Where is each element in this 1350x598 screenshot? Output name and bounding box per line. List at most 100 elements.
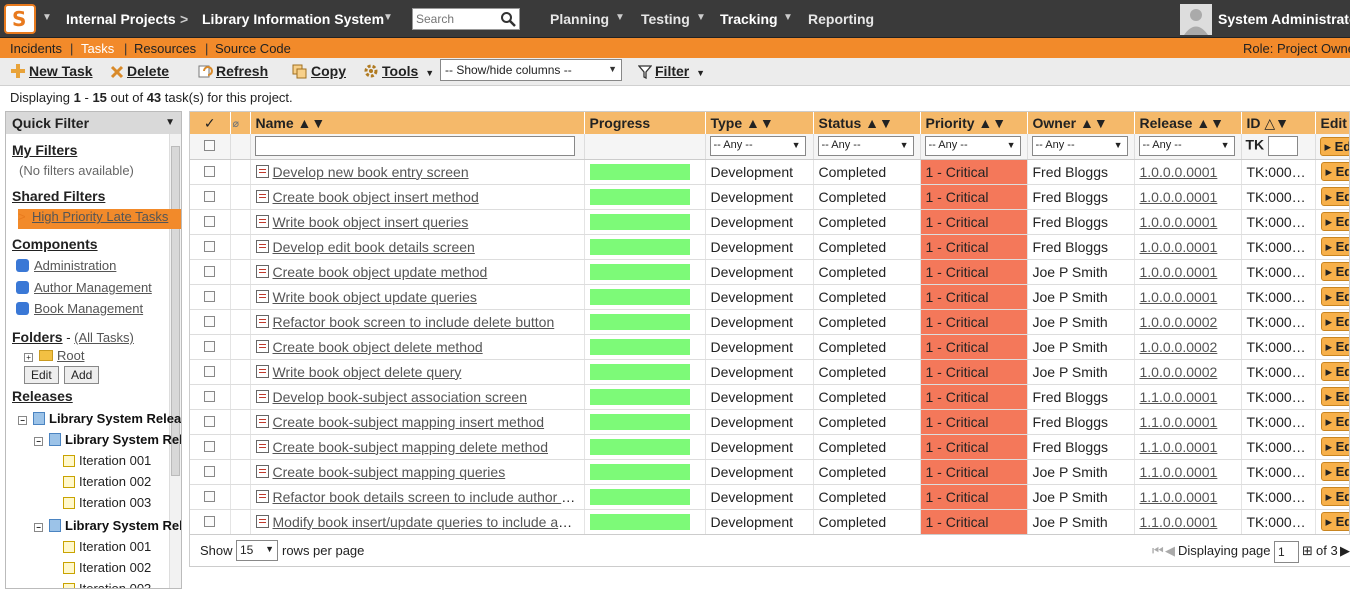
product-chevron-down-icon[interactable]: ▼ bbox=[383, 12, 393, 23]
row-checkbox[interactable] bbox=[204, 165, 216, 177]
row-edit-button[interactable]: ▸ Edit bbox=[1320, 412, 1349, 431]
table-row[interactable]: Create book object update method Developm… bbox=[190, 259, 1349, 285]
release-filter-select[interactable]: -- Any -- ▼ bbox=[1138, 136, 1235, 157]
table-row[interactable]: Write book object update queries Developm… bbox=[190, 284, 1349, 310]
iteration-node[interactable]: Iteration 001 bbox=[63, 453, 151, 468]
row-checkbox[interactable] bbox=[204, 415, 216, 427]
table-row[interactable]: Develop edit book details screen Developm… bbox=[190, 234, 1349, 260]
table-row[interactable]: Create book object insert method Developm… bbox=[190, 184, 1349, 210]
task-name-link[interactable]: Create book object update method bbox=[273, 264, 488, 280]
row-edit-button[interactable]: ▸ Edit bbox=[1320, 487, 1349, 506]
release-link[interactable]: 1.1.0.0.0001 bbox=[1140, 389, 1218, 405]
iteration-node[interactable]: Iteration 002 bbox=[63, 474, 151, 489]
row-checkbox[interactable] bbox=[204, 190, 216, 202]
row-edit-button[interactable]: ▸ Edit bbox=[1320, 312, 1349, 331]
table-row[interactable]: Refactor book details screen to include … bbox=[190, 484, 1349, 510]
row-edit-button[interactable]: ▸ Edit bbox=[1320, 212, 1349, 231]
release-link[interactable]: 1.0.0.0.0001 bbox=[1140, 239, 1218, 255]
row-edit-button[interactable]: ▸ Edit bbox=[1320, 187, 1349, 206]
task-name-link[interactable]: Write book object delete query bbox=[273, 364, 462, 380]
release-link[interactable]: 1.1.0.0.0001 bbox=[1140, 489, 1218, 505]
column-header-owner[interactable]: Owner ▲▼ bbox=[1027, 112, 1135, 134]
product-selector[interactable]: Library Information System bbox=[202, 11, 384, 27]
new-task-button[interactable]: New Task bbox=[10, 63, 93, 79]
release-node-1-0[interactable]: −Library System Release 1.0 bbox=[34, 432, 181, 447]
release-link[interactable]: 1.0.0.0.0001 bbox=[1140, 189, 1218, 205]
column-header-progress[interactable]: Progress bbox=[584, 112, 706, 134]
expand-plus-icon[interactable]: + bbox=[24, 353, 33, 362]
type-filter-select[interactable]: -- Any -- ▼ bbox=[709, 136, 806, 157]
release-link[interactable]: 1.1.0.0.0001 bbox=[1140, 414, 1218, 430]
row-checkbox[interactable] bbox=[204, 465, 216, 477]
row-checkbox[interactable] bbox=[204, 240, 216, 252]
table-row[interactable]: Create book object delete method Developm… bbox=[190, 334, 1349, 360]
column-header-name[interactable]: Name ▲▼ bbox=[250, 112, 585, 134]
page-number-input[interactable]: 1 bbox=[1274, 541, 1299, 563]
row-checkbox[interactable] bbox=[204, 390, 216, 402]
app-logo[interactable]: S bbox=[4, 4, 36, 34]
next-page-icon[interactable]: ▶ bbox=[1340, 543, 1350, 559]
row-edit-button[interactable]: ▸ Edit bbox=[1320, 262, 1349, 281]
tab-tasks[interactable]: Tasks bbox=[81, 41, 114, 56]
name-filter-input[interactable] bbox=[254, 136, 575, 157]
table-row[interactable]: Write book object delete query Developmen… bbox=[190, 359, 1349, 385]
task-name-link[interactable]: Write book object insert queries bbox=[273, 214, 469, 230]
release-node-1[interactable]: −Library System Release 1 bbox=[18, 411, 181, 426]
folder-edit-button[interactable]: Edit bbox=[24, 366, 59, 384]
row-checkbox[interactable] bbox=[204, 440, 216, 452]
shared-filter-item[interactable]: High Priority Late Tasks bbox=[32, 209, 168, 224]
collapse-chevron-down-icon[interactable]: ▼ bbox=[165, 117, 175, 128]
folder-root[interactable]: + Root bbox=[24, 348, 84, 363]
task-name-link[interactable]: Create book-subject mapping delete metho… bbox=[273, 439, 549, 455]
column-header-priority[interactable]: Priority ▲▼ bbox=[920, 112, 1028, 134]
task-name-link[interactable]: Develop book-subject association screen bbox=[273, 389, 527, 405]
release-link[interactable]: 1.1.0.0.0001 bbox=[1140, 514, 1218, 530]
menu-planning[interactable]: Planning bbox=[550, 11, 609, 27]
tab-incidents[interactable]: Incidents bbox=[10, 41, 62, 56]
tab-resources[interactable]: Resources bbox=[134, 41, 196, 56]
release-link[interactable]: 1.0.0.0.0001 bbox=[1140, 214, 1218, 230]
folder-add-button[interactable]: Add bbox=[64, 366, 100, 384]
select-all-checkbox[interactable] bbox=[204, 140, 216, 152]
release-link[interactable]: 1.0.0.0.0002 bbox=[1140, 339, 1218, 355]
table-row[interactable]: Develop new book entry screen Development… bbox=[190, 159, 1349, 185]
task-name-link[interactable]: Create book-subject mapping queries bbox=[273, 464, 506, 480]
menu-reporting[interactable]: Reporting bbox=[808, 11, 874, 27]
row-edit-button[interactable]: ▸ Edit bbox=[1320, 287, 1349, 306]
logo-chevron-down-icon[interactable]: ▼ bbox=[42, 12, 52, 23]
table-row[interactable]: Refactor book screen to include delete b… bbox=[190, 309, 1349, 335]
table-row[interactable]: Write book object insert queries Developm… bbox=[190, 209, 1349, 235]
first-page-icon[interactable]: ⏮ bbox=[1152, 543, 1164, 559]
testing-chevron-down-icon[interactable]: ▼ bbox=[696, 12, 706, 23]
search-icon[interactable] bbox=[500, 11, 516, 27]
row-checkbox[interactable] bbox=[204, 490, 216, 502]
task-name-link[interactable]: Modify book insert/update queries to inc… bbox=[273, 514, 584, 530]
release-link[interactable]: 1.0.0.0.0001 bbox=[1140, 264, 1218, 280]
task-name-link[interactable]: Create book-subject mapping insert metho… bbox=[273, 414, 545, 430]
iteration-node[interactable]: Iteration 002 bbox=[63, 560, 151, 575]
task-name-link[interactable]: Develop edit book details screen bbox=[273, 239, 475, 255]
row-checkbox[interactable] bbox=[204, 265, 216, 277]
scrollbar-thumb[interactable] bbox=[171, 146, 180, 476]
refresh-button[interactable]: Refresh bbox=[198, 63, 268, 79]
releases-heading[interactable]: Releases bbox=[12, 388, 73, 404]
table-row[interactable]: Develop book-subject association screen D… bbox=[190, 384, 1349, 410]
row-edit-button[interactable]: ▸ Edit bbox=[1320, 512, 1349, 531]
all-tasks-link[interactable]: (All Tasks) bbox=[74, 330, 134, 345]
tab-source-code[interactable]: Source Code bbox=[215, 41, 291, 56]
iteration-node[interactable]: Iteration 001 bbox=[63, 539, 151, 554]
priority-filter-select[interactable]: -- Any -- ▼ bbox=[924, 136, 1021, 157]
row-checkbox[interactable] bbox=[204, 215, 216, 227]
filter-apply-button[interactable]: ▸ Edit bbox=[1319, 136, 1349, 156]
user-name[interactable]: System Administrator bbox=[1218, 11, 1350, 27]
table-row[interactable]: Create book-subject mapping queries Devel… bbox=[190, 459, 1349, 485]
copy-button[interactable]: Copy bbox=[292, 63, 346, 79]
task-name-link[interactable]: Refactor book screen to include delete b… bbox=[273, 314, 555, 330]
table-row[interactable]: Create book-subject mapping delete metho… bbox=[190, 434, 1349, 460]
select-all-header[interactable]: ✓ bbox=[190, 112, 231, 134]
search-input[interactable] bbox=[413, 9, 497, 29]
iteration-node[interactable]: Iteration 003 bbox=[63, 581, 151, 588]
go-page-icon[interactable]: ⊞ bbox=[1302, 543, 1313, 559]
column-header-release[interactable]: Release ▲▼ bbox=[1134, 112, 1242, 134]
task-name-link[interactable]: Write book object update queries bbox=[273, 289, 477, 305]
